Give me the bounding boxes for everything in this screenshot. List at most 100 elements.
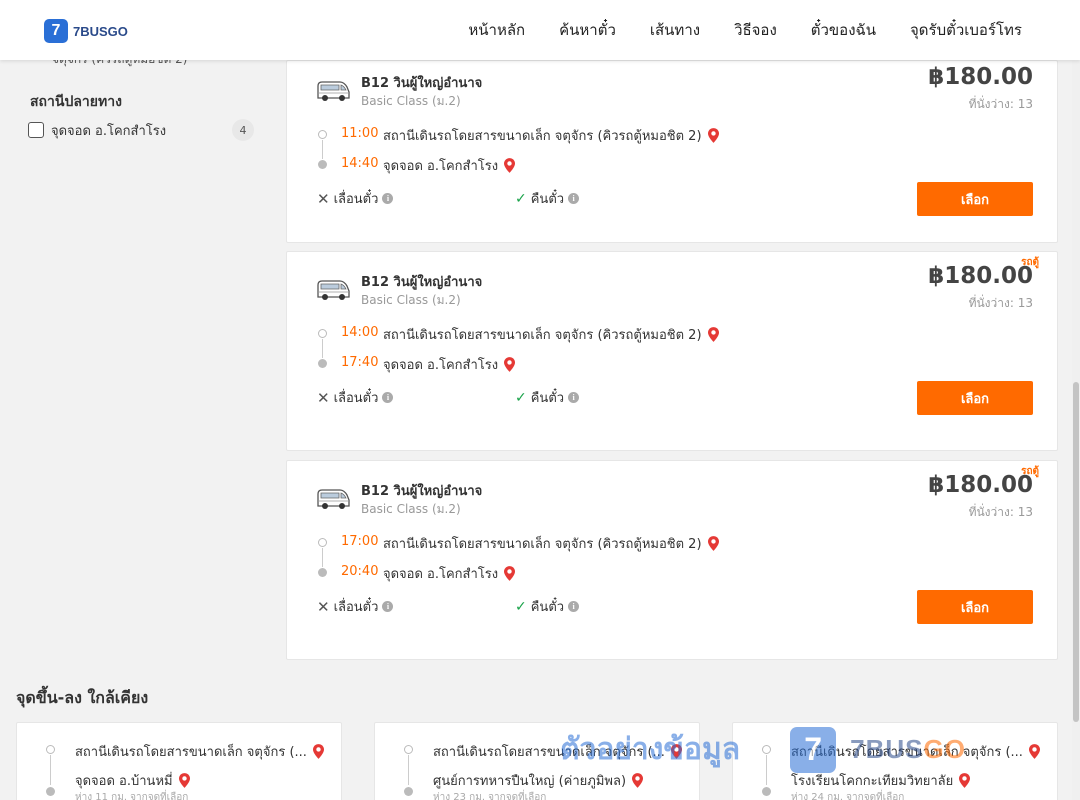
map-pin-icon[interactable] <box>312 744 324 759</box>
check-icon: ✓ <box>515 598 527 615</box>
map-pin-icon[interactable] <box>504 566 516 581</box>
map-pin-icon[interactable] <box>707 536 719 551</box>
van-icon <box>315 277 351 303</box>
logo-text: 7BUSGO <box>73 23 128 39</box>
depart-time: 14:00 <box>341 325 379 340</box>
map-pin-icon[interactable] <box>178 773 190 788</box>
seats-available: ที่นั่งว่าง: 13 <box>968 296 1033 310</box>
service-class: Basic Class (ม.2) <box>361 94 461 108</box>
arrive-station: จุดจอด อ.โคกสำโรง <box>383 354 516 375</box>
depart-station-label: สถานีเดินรถโดยสารขนาดเล็ก จตุจักร (คิวรถ… <box>383 537 702 552</box>
timeline-line <box>322 339 323 358</box>
to-dot-icon <box>404 787 413 796</box>
timeline-line <box>766 755 767 785</box>
site-logo[interactable]: 7 7BUSGO <box>44 19 128 43</box>
nearby-to-label: โรงเรียนโคกกะเทียมวิทยาลัย <box>791 774 954 789</box>
timeline-line <box>408 755 409 785</box>
select-trip-button[interactable]: เลือก <box>917 182 1033 216</box>
map-pin-icon[interactable] <box>959 773 971 788</box>
nearby-route-card[interactable]: สถานีเดินรถโดยสารขนาดเล็ก จตุจักร (... จ… <box>16 722 342 800</box>
map-pin-icon[interactable] <box>707 128 719 143</box>
route-name: B12 วินผู้ใหญ่อำนาจ <box>361 275 483 290</box>
nearby-to-label: จุดจอด อ.บ้านหมี่ <box>75 774 173 789</box>
map-pin-icon[interactable] <box>707 327 719 342</box>
refund-policy: ✓ คืนตั๋ว i <box>515 188 580 209</box>
nav-how-to-book[interactable]: วิธีจอง <box>734 18 777 42</box>
info-icon[interactable]: i <box>568 392 580 403</box>
map-pin-icon[interactable] <box>632 773 644 788</box>
select-trip-button[interactable]: เลือก <box>917 381 1033 415</box>
select-trip-button[interactable]: เลือก <box>917 590 1033 624</box>
nav-my-tickets[interactable]: ตั๋วของฉัน <box>811 18 876 42</box>
arrive-dot-icon <box>318 568 327 577</box>
depart-time: 17:00 <box>341 534 379 549</box>
nav-pickup-points[interactable]: จุดรับตั๋วเบอร์โทร <box>910 18 1022 42</box>
to-dot-icon <box>46 787 55 796</box>
nearby-distance: ห่าง 23 กม. จากจุดที่เลือก <box>433 792 547 800</box>
arrive-station-label: จุดจอด อ.โคกสำโรง <box>383 567 499 582</box>
info-icon[interactable]: i <box>568 601 580 612</box>
check-icon: ✓ <box>515 190 527 207</box>
nearby-route-card[interactable]: สถานีเดินรถโดยสารขนาดเล็ก จตุจักร (... โ… <box>732 722 1058 800</box>
map-pin-icon[interactable] <box>670 744 682 759</box>
refund-label: คืนตั๋ว <box>530 600 565 615</box>
timeline-line <box>322 140 323 159</box>
nearby-route-card[interactable]: สถานีเดินรถโดยสารขนาดเล็ก จตุจักร (... ศ… <box>374 722 700 800</box>
scrollbar-thumb[interactable] <box>1073 382 1079 722</box>
ticket-price: ฿180.00 <box>928 263 1033 289</box>
ticket-price: ฿180.00 <box>928 472 1033 498</box>
reschedule-policy: ✕ เลื่อนตั๋ว i <box>317 188 394 209</box>
nearby-from: สถานีเดินรถโดยสารขนาดเล็ก จตุจักร (... <box>433 741 682 762</box>
info-icon[interactable]: i <box>382 193 394 204</box>
destination-filter-option[interactable]: จุดจอด อ.โคกสำโรง 4 <box>28 118 254 142</box>
nearby-from-label: สถานีเดินรถโดยสารขนาดเล็ก จตุจักร (... <box>791 745 1023 760</box>
map-pin-icon[interactable] <box>1028 744 1040 759</box>
van-icon <box>315 78 351 104</box>
depart-dot-icon <box>318 329 327 338</box>
van-icon <box>315 486 351 512</box>
nav-routes[interactable]: เส้นทาง <box>650 18 700 42</box>
depart-dot-icon <box>318 130 327 139</box>
to-dot-icon <box>762 787 771 796</box>
trip-card[interactable]: รถตู้ B12 วินผู้ใหญ่อำนาจ Basic Class (ม… <box>286 251 1058 451</box>
trip-card[interactable]: รถตู้ B12 วินผู้ใหญ่อำนาจ Basic Class (ม… <box>286 460 1058 660</box>
map-pin-icon[interactable] <box>504 357 516 372</box>
from-dot-icon <box>404 745 413 754</box>
seats-available: ที่นั่งว่าง: 13 <box>968 505 1033 519</box>
info-icon[interactable]: i <box>568 193 580 204</box>
arrive-station: จุดจอด อ.โคกสำโรง <box>383 155 516 176</box>
depart-time: 11:00 <box>341 126 379 141</box>
from-dot-icon <box>762 745 771 754</box>
page-scrollbar[interactable] <box>1072 60 1080 800</box>
nearby-distance: ห่าง 24 กม. จากจุดที่เลือก <box>791 792 905 800</box>
map-pin-icon[interactable] <box>504 158 516 173</box>
refund-label: คืนตั๋ว <box>530 192 565 207</box>
depart-station: สถานีเดินรถโดยสารขนาดเล็ก จตุจักร (คิวรถ… <box>383 324 719 345</box>
refund-policy: ✓ คืนตั๋ว i <box>515 387 580 408</box>
nav-search-tickets[interactable]: ค้นหาตั๋ว <box>559 18 616 42</box>
logo-mark-icon: 7 <box>44 19 68 43</box>
route-name: B12 วินผู้ใหญ่อำนาจ <box>361 76 483 91</box>
trip-card[interactable]: B12 วินผู้ใหญ่อำนาจ Basic Class (ม.2) ฿1… <box>286 60 1058 243</box>
x-icon: ✕ <box>317 189 330 208</box>
refund-policy: ✓ คืนตั๋ว i <box>515 596 580 617</box>
nearby-to: จุดจอด อ.บ้านหมี่ <box>75 770 190 791</box>
seats-available: ที่นั่งว่าง: 13 <box>968 97 1033 111</box>
timeline-line <box>50 755 51 785</box>
arrive-station: จุดจอด อ.โคกสำโรง <box>383 563 516 584</box>
arrive-time: 20:40 <box>341 564 379 579</box>
service-class: Basic Class (ม.2) <box>361 293 461 307</box>
route-name: B12 วินผู้ใหญ่อำนาจ <box>361 484 483 499</box>
x-icon: ✕ <box>317 388 330 407</box>
nearby-distance: ห่าง 11 กม. จากจุดที่เลือก <box>75 792 189 800</box>
nearby-to: โรงเรียนโคกกะเทียมวิทยาลัย <box>791 770 971 791</box>
filter-checkbox[interactable] <box>28 122 44 138</box>
depart-station-label: สถานีเดินรถโดยสารขนาดเล็ก จตุจักร (คิวรถ… <box>383 129 702 144</box>
reschedule-label: เลื่อนตั๋ว <box>333 391 379 406</box>
nav-home[interactable]: หน้าหลัก <box>468 18 525 42</box>
arrive-time: 14:40 <box>341 156 379 171</box>
info-icon[interactable]: i <box>382 392 394 403</box>
reschedule-policy: ✕ เลื่อนตั๋ว i <box>317 387 394 408</box>
info-icon[interactable]: i <box>382 601 394 612</box>
top-header: 7 7BUSGO หน้าหลัก ค้นหาตั๋ว เส้นทาง วิธี… <box>0 0 1080 60</box>
